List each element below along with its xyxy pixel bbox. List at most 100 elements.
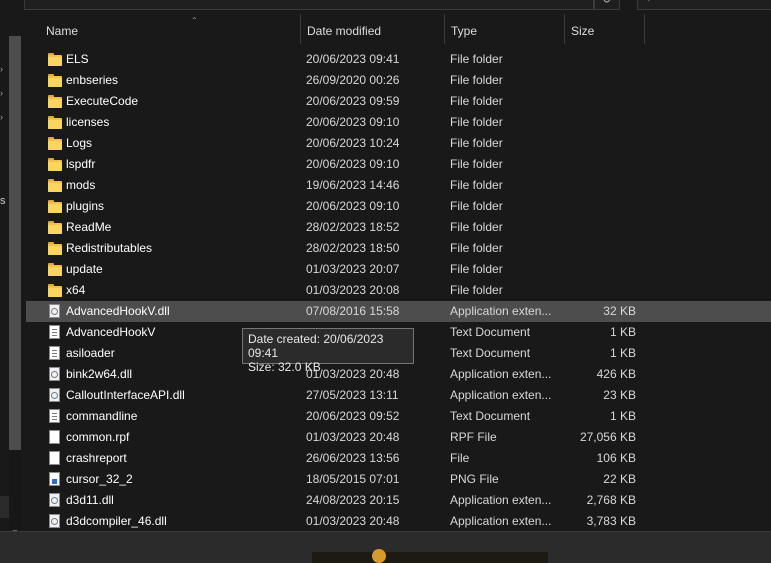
file-type: Application exten...: [450, 493, 552, 507]
file-date-modified: 01/03/2023 20:48: [306, 430, 400, 444]
file-name: plugins: [66, 199, 105, 213]
file-date-modified: 20/06/2023 09:10: [306, 115, 400, 129]
file-size: 106 KB: [596, 451, 636, 465]
folder-icon: [48, 200, 62, 213]
file-row[interactable]: mods 19/06/2023 14:46 File folder: [26, 175, 771, 196]
file-type: Text Document: [450, 325, 531, 339]
search-box[interactable]: ⌕: [637, 0, 771, 10]
file-row[interactable]: CalloutInterfaceAPI.dll 27/05/2023 13:11 A…: [26, 385, 771, 406]
file-row[interactable]: Logs 20/06/2023 10:24 File folder: [26, 133, 771, 154]
nav-scrollbar-thumb[interactable]: [9, 36, 21, 450]
file-type: RPF File: [450, 430, 497, 444]
dll-file-icon: [49, 367, 60, 381]
file-type: File folder: [450, 283, 503, 297]
file-size: [566, 70, 636, 91]
file-name: enbseries: [66, 73, 119, 87]
file-name: lspdfr: [66, 157, 96, 171]
nav-item-label[interactable]: s: [0, 195, 6, 207]
nav-expand-icon[interactable]: ›: [0, 112, 3, 122]
dll-file-icon: [49, 388, 60, 402]
file-size: [566, 154, 636, 175]
refresh-icon: ↻: [602, 0, 612, 6]
png-file-icon: [49, 472, 60, 486]
file-row[interactable]: AdvancedHookV.dll 07/08/2016 15:58 Applica…: [26, 301, 771, 322]
file-size: [566, 280, 636, 301]
file-name: commandline: [66, 409, 138, 423]
nav-item[interactable]: [0, 496, 9, 518]
file-size: [566, 217, 636, 238]
file-row[interactable]: x64 01/03/2023 20:08 File folder: [26, 280, 771, 301]
file-name: cursor_32_2: [66, 472, 133, 486]
file-name: mods: [66, 178, 96, 192]
file-row[interactable]: update 01/03/2023 20:07 File folder: [26, 259, 771, 280]
file-row[interactable]: ExecuteCode 20/06/2023 09:59 File folder: [26, 91, 771, 112]
file-type: File folder: [450, 241, 503, 255]
file-size: 2,768 KB: [586, 493, 636, 507]
file-type: File folder: [450, 73, 503, 87]
column-header-name[interactable]: Name: [40, 14, 300, 44]
file-row[interactable]: ELS 20/06/2023 09:41 File folder: [26, 49, 771, 70]
file-date-modified: 28/02/2023 18:52: [306, 220, 400, 234]
file-row[interactable]: plugins 20/06/2023 09:10 File folder: [26, 196, 771, 217]
file-size: [566, 49, 636, 70]
blank-file-icon: [49, 451, 60, 465]
nav-expand-icon[interactable]: ›: [0, 64, 3, 74]
file-size: [566, 175, 636, 196]
column-headers: ⌃ Name Date modified Type Size: [26, 14, 771, 44]
file-type: PNG File: [450, 472, 499, 486]
file-date-modified: 18/05/2015 07:01: [306, 472, 400, 486]
refresh-button[interactable]: ↻: [594, 0, 620, 10]
address-bar-area: ⌄ ↻ ⌕: [0, 0, 771, 14]
file-name: Logs: [66, 136, 93, 150]
file-row[interactable]: d3dcompiler_46.dll 01/03/2023 20:48 Applic…: [26, 511, 771, 532]
file-row[interactable]: licenses 20/06/2023 09:10 File folder: [26, 112, 771, 133]
blank-file-icon: [49, 430, 60, 444]
file-size: [566, 91, 636, 112]
file-size: 1 KB: [609, 346, 636, 360]
taskbar-preview: [312, 549, 548, 563]
folder-icon: [48, 95, 62, 108]
folder-icon: [48, 158, 62, 171]
file-size: 1 KB: [609, 409, 636, 423]
file-date-modified: 20/06/2023 09:10: [306, 157, 400, 171]
file-date-modified: 20/06/2023 09:41: [306, 52, 400, 66]
file-date-modified: 01/03/2023 20:08: [306, 283, 400, 297]
file-size: [566, 112, 636, 133]
column-divider[interactable]: [644, 14, 645, 44]
file-name: update: [66, 262, 103, 276]
file-row[interactable]: commandline 20/06/2023 09:52 Text Document…: [26, 406, 771, 427]
tooltip-date-created: Date created: 20/06/2023 09:41: [248, 332, 384, 360]
file-row[interactable]: enbseries 26/09/2020 00:26 File folder: [26, 70, 771, 91]
file-list: ELS 20/06/2023 09:41 File folder enbseries 2…: [26, 49, 771, 532]
file-date-modified: 20/06/2023 09:52: [306, 409, 400, 423]
column-header-size[interactable]: Size: [564, 14, 644, 44]
file-row[interactable]: crashreport 26/06/2023 13:56 File 106 KB: [26, 448, 771, 469]
file-row[interactable]: d3d11.dll 24/08/2023 20:15 Application ext…: [26, 490, 771, 511]
file-row[interactable]: common.rpf 01/03/2023 20:48 RPF File 27,056…: [26, 427, 771, 448]
file-type: Application exten...: [450, 514, 552, 528]
file-type: Text Document: [450, 409, 531, 423]
folder-icon: [48, 137, 62, 150]
file-row[interactable]: cursor_32_2 18/05/2015 07:01 PNG File 22 KB: [26, 469, 771, 490]
file-date-modified: 20/06/2023 09:10: [306, 199, 400, 213]
file-size: [566, 238, 636, 259]
file-date-modified: 24/08/2023 20:15: [306, 493, 400, 507]
file-size: 23 KB: [603, 388, 636, 402]
file-row[interactable]: lspdfr 20/06/2023 09:10 File folder: [26, 154, 771, 175]
nav-expand-icon[interactable]: ›: [0, 88, 3, 98]
file-size: 3,783 KB: [586, 514, 636, 528]
file-type: File folder: [450, 178, 503, 192]
file-name: ReadMe: [66, 220, 112, 234]
file-size: 22 KB: [603, 472, 636, 486]
text-file-icon: [49, 409, 60, 423]
file-name: CalloutInterfaceAPI.dll: [66, 388, 185, 402]
file-row[interactable]: ReadMe 28/02/2023 18:52 File folder: [26, 217, 771, 238]
column-header-type[interactable]: Type: [444, 14, 564, 44]
file-row[interactable]: Redistributables 28/02/2023 18:50 File fol…: [26, 238, 771, 259]
column-header-date-modified[interactable]: Date modified: [300, 14, 444, 44]
file-type: File folder: [450, 220, 503, 234]
file-date-modified: 07/08/2016 15:58: [306, 304, 400, 318]
address-bar[interactable]: ⌄: [24, 0, 594, 10]
file-type: Application exten...: [450, 388, 552, 402]
file-tooltip: Date created: 20/06/2023 09:41 Size: 32.…: [242, 328, 414, 374]
